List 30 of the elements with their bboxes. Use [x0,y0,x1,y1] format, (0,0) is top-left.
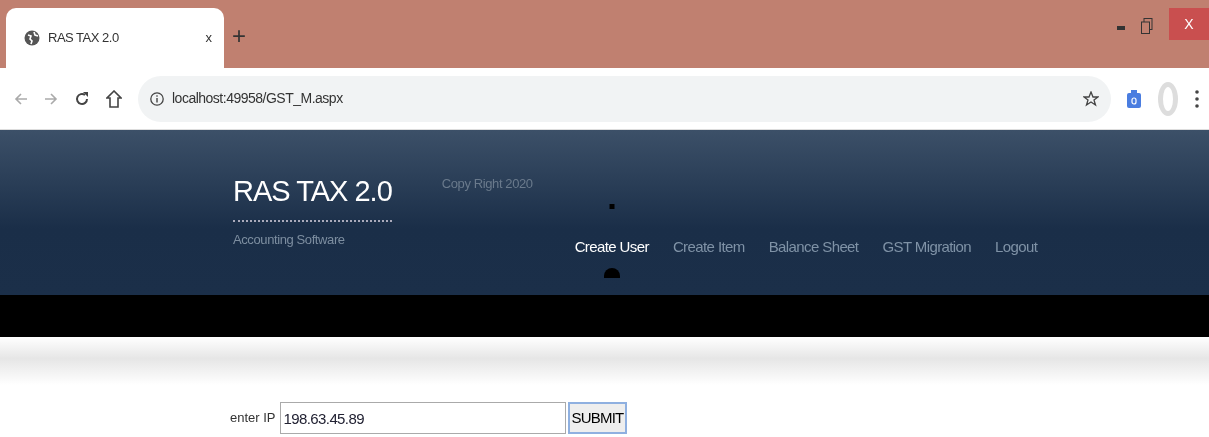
browser-tab[interactable]: RAS TAX 2.0 x [6,8,224,68]
info-icon [150,91,164,106]
back-icon[interactable] [14,91,28,106]
menu-icon[interactable] [1195,89,1199,108]
site-title: RAS TAX 2.0 [233,170,392,222]
submit-button[interactable]: SUBMIT [567,402,628,434]
nav-link[interactable]: Create User [574,236,649,259]
indicator-mark [609,204,615,209]
copyright-text: Copy Right 2020 [441,175,533,193]
ip-input-field[interactable]: 198.63.45.89 [279,402,566,434]
close-tab-button[interactable]: x [205,28,212,48]
reload-icon[interactable] [74,90,90,107]
tab-title: RAS TAX 2.0 [48,29,120,48]
address-bar[interactable]: localhost:49958/GST_M.aspx [138,75,1111,122]
new-tab-button[interactable]: + [232,24,246,48]
nav-link[interactable]: GST Migration [882,236,972,259]
restore-icon[interactable] [1141,18,1153,34]
home-icon[interactable] [106,89,122,108]
url-text: localhost:49958/GST_M.aspx [172,89,344,108]
indicator-mark [603,268,620,278]
close-window-button[interactable]: X [1169,8,1209,40]
nav-link[interactable]: Balance Sheet [768,236,859,259]
nav-link[interactable]: Logout [995,236,1038,259]
site-subtitle: Accounting Software [233,230,345,249]
nav-link[interactable]: Create Item [672,236,745,259]
star-icon[interactable] [1083,90,1099,107]
ip-label: enter IP [230,409,276,428]
globe-icon [24,30,40,46]
forward-icon[interactable] [44,91,58,106]
camera-icon[interactable] [1127,89,1141,108]
